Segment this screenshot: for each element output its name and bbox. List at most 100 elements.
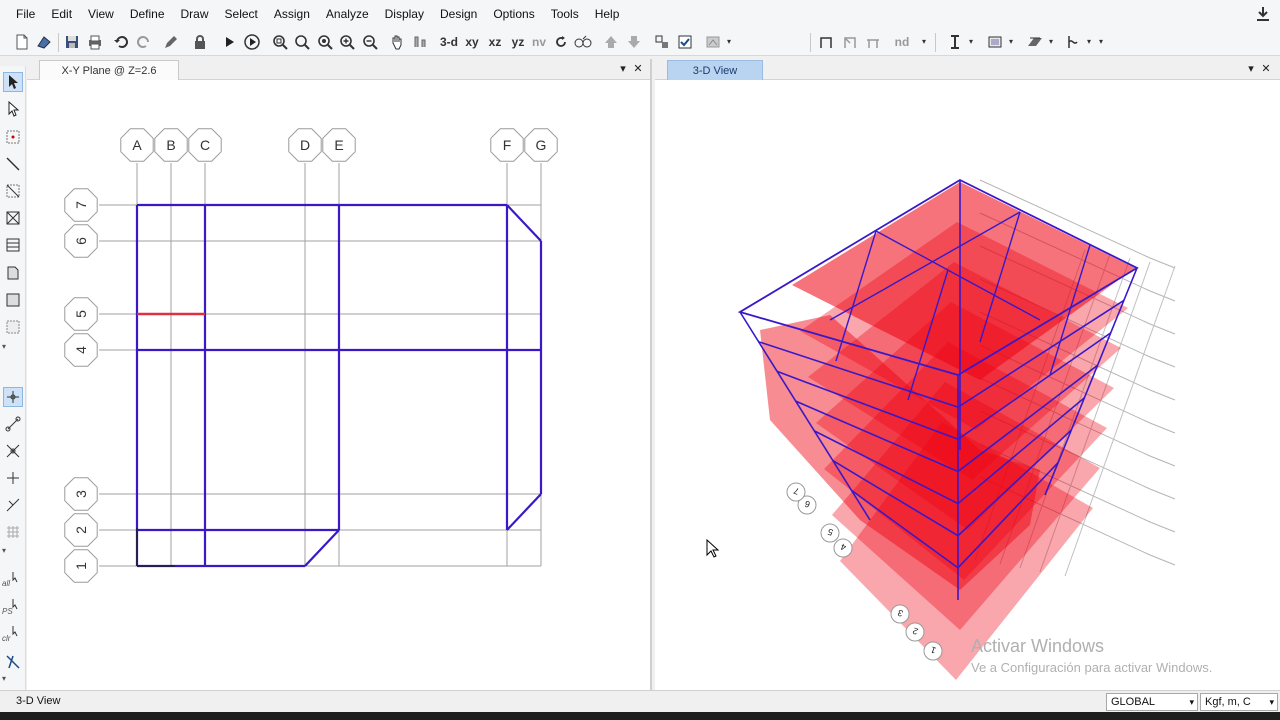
perspective-icon[interactable] (573, 31, 593, 53)
set-display-icon[interactable] (410, 31, 430, 53)
zoom-restore-icon[interactable] (292, 31, 312, 53)
draw-line-icon[interactable] (3, 154, 23, 174)
frame-member (506, 204, 542, 242)
rotate-icon[interactable] (551, 31, 571, 53)
nd-button[interactable]: nd (890, 31, 914, 53)
zoom-full-icon[interactable] (315, 31, 335, 53)
select-all-label[interactable]: all (2, 579, 10, 588)
grid-label-y: 6 (73, 237, 89, 245)
quick-draw-area-icon[interactable] (3, 317, 23, 337)
assign-load-icon[interactable] (1025, 31, 1045, 53)
3d-model-drawing[interactable]: 1234567 (655, 80, 1280, 690)
menu-options[interactable]: Options (485, 0, 542, 29)
run-analysis-icon[interactable] (219, 31, 239, 53)
snap-perpendicular-icon[interactable] (3, 468, 23, 488)
menu-view[interactable]: View (80, 0, 122, 29)
draw-brace-tool-icon[interactable] (3, 208, 23, 228)
grid-label-x: B (166, 137, 175, 153)
download-icon[interactable] (1254, 5, 1272, 23)
reshape-icon[interactable] (3, 99, 23, 119)
menu-file[interactable]: File (8, 0, 43, 29)
draw-area-icon[interactable] (3, 263, 23, 283)
clear-select-label[interactable]: clr (2, 634, 10, 643)
move-down-icon[interactable] (624, 31, 644, 53)
frame-member (506, 493, 542, 531)
plan-view-tab[interactable]: X-Y Plane @ Z=2.6 (39, 60, 179, 80)
draw-brace-icon[interactable] (840, 31, 860, 53)
snap-ends-icon[interactable] (3, 414, 23, 434)
view-xz-button[interactable]: xz (484, 31, 506, 53)
pencil-icon[interactable] (161, 31, 181, 53)
lock-icon[interactable] (190, 31, 210, 53)
redo-icon[interactable] (134, 31, 154, 53)
intersecting-line-icon[interactable] (3, 652, 23, 672)
frame-member (304, 529, 340, 567)
snap-points-icon[interactable] (3, 387, 23, 407)
menu-tools[interactable]: Tools (543, 0, 587, 29)
menu-define[interactable]: Define (122, 0, 173, 29)
run-step-icon[interactable] (242, 31, 262, 53)
zoom-out-icon[interactable] (360, 31, 380, 53)
menu-analyze[interactable]: Analyze (318, 0, 377, 29)
view-nv-button[interactable]: nv (529, 31, 549, 53)
status-text: 3-D View (16, 695, 61, 707)
menu-draw[interactable]: Draw (173, 0, 217, 29)
snap-intersection-icon[interactable] (3, 441, 23, 461)
spring-icon[interactable] (1063, 31, 1083, 53)
3d-tab-bar: 3-D View ▾ ✕ (655, 59, 1280, 80)
view-3d-button[interactable]: 3-d (437, 31, 461, 53)
units-select[interactable]: Kgf, m, C ▾ (1200, 693, 1278, 711)
menu-design[interactable]: Design (432, 0, 485, 29)
undo-icon[interactable] (111, 31, 131, 53)
save-icon[interactable] (62, 31, 82, 53)
wall-icon[interactable] (985, 31, 1005, 53)
quick-braces-icon[interactable] (3, 235, 23, 255)
grid-label-y: 3 (73, 490, 89, 498)
display-options-icon[interactable] (703, 31, 723, 53)
3d-view-tab[interactable]: 3-D View (667, 60, 763, 80)
draw-frame-icon[interactable] (816, 31, 836, 53)
grid-label-x: D (300, 137, 310, 153)
snap-fine-grid-icon[interactable] (3, 522, 23, 542)
draw-joint-icon[interactable] (3, 127, 23, 147)
menu-bar: File Edit View Define Draw Select Assign… (0, 0, 1280, 29)
main-toolbar: 3-d xy xz yz nv ▾ nd ▾ ▾ ▾ ▾ ▾ ▾ (0, 29, 1280, 56)
view-xy-button[interactable]: xy (461, 31, 483, 53)
pointer-icon[interactable] (3, 72, 23, 92)
grid-label-x: A (132, 137, 142, 153)
menu-display[interactable]: Display (377, 0, 432, 29)
plan-drawing[interactable]: A B C D E F G 7 6 5 4 3 2 1 (27, 80, 650, 688)
menu-edit[interactable]: Edit (43, 0, 80, 29)
3d-close-icon[interactable]: ✕ (1259, 62, 1273, 76)
plan-tab-menu-icon[interactable]: ▾ (616, 62, 630, 76)
select-group-icon[interactable] (652, 31, 672, 53)
view-yz-button[interactable]: yz (507, 31, 529, 53)
plan-view-panel[interactable]: X-Y Plane @ Z=2.6 ▾ ✕ A B C D E F G 7 6 5 4 3 2 1 (27, 59, 652, 690)
snap-lines-icon[interactable] (3, 495, 23, 515)
pan-icon[interactable] (387, 31, 407, 53)
quick-draw-frame-icon[interactable] (3, 181, 23, 201)
left-toolbar: ▾ ▾ all PS clr ▾ (0, 66, 26, 690)
menu-help[interactable]: Help (587, 0, 628, 29)
3d-view-panel[interactable]: 3-D View ▾ ✕ 1234567 (655, 59, 1280, 690)
check-icon[interactable] (675, 31, 695, 53)
grid-label-y: 1 (73, 562, 89, 570)
coordinate-system-value: GLOBAL (1111, 696, 1156, 708)
open-model-icon[interactable] (34, 31, 54, 53)
print-icon[interactable] (85, 31, 105, 53)
move-up-icon[interactable] (601, 31, 621, 53)
zoom-in-icon[interactable] (337, 31, 357, 53)
menu-assign[interactable]: Assign (266, 0, 318, 29)
coordinate-system-select[interactable]: GLOBAL ▾ (1106, 693, 1198, 711)
draw-rectangle-icon[interactable] (3, 290, 23, 310)
section-cut-icon[interactable] (945, 31, 965, 53)
draw-beam-icon[interactable] (863, 31, 883, 53)
plan-close-icon[interactable]: ✕ (631, 62, 645, 76)
zoom-window-icon[interactable] (270, 31, 290, 53)
3d-tab-menu-icon[interactable]: ▾ (1244, 62, 1258, 76)
grid-label-y: 5 (73, 310, 89, 318)
menu-select[interactable]: Select (217, 0, 266, 29)
grid-label-y: 2 (73, 526, 89, 534)
new-model-icon[interactable] (12, 31, 32, 53)
previous-select-label[interactable]: PS (2, 607, 13, 616)
